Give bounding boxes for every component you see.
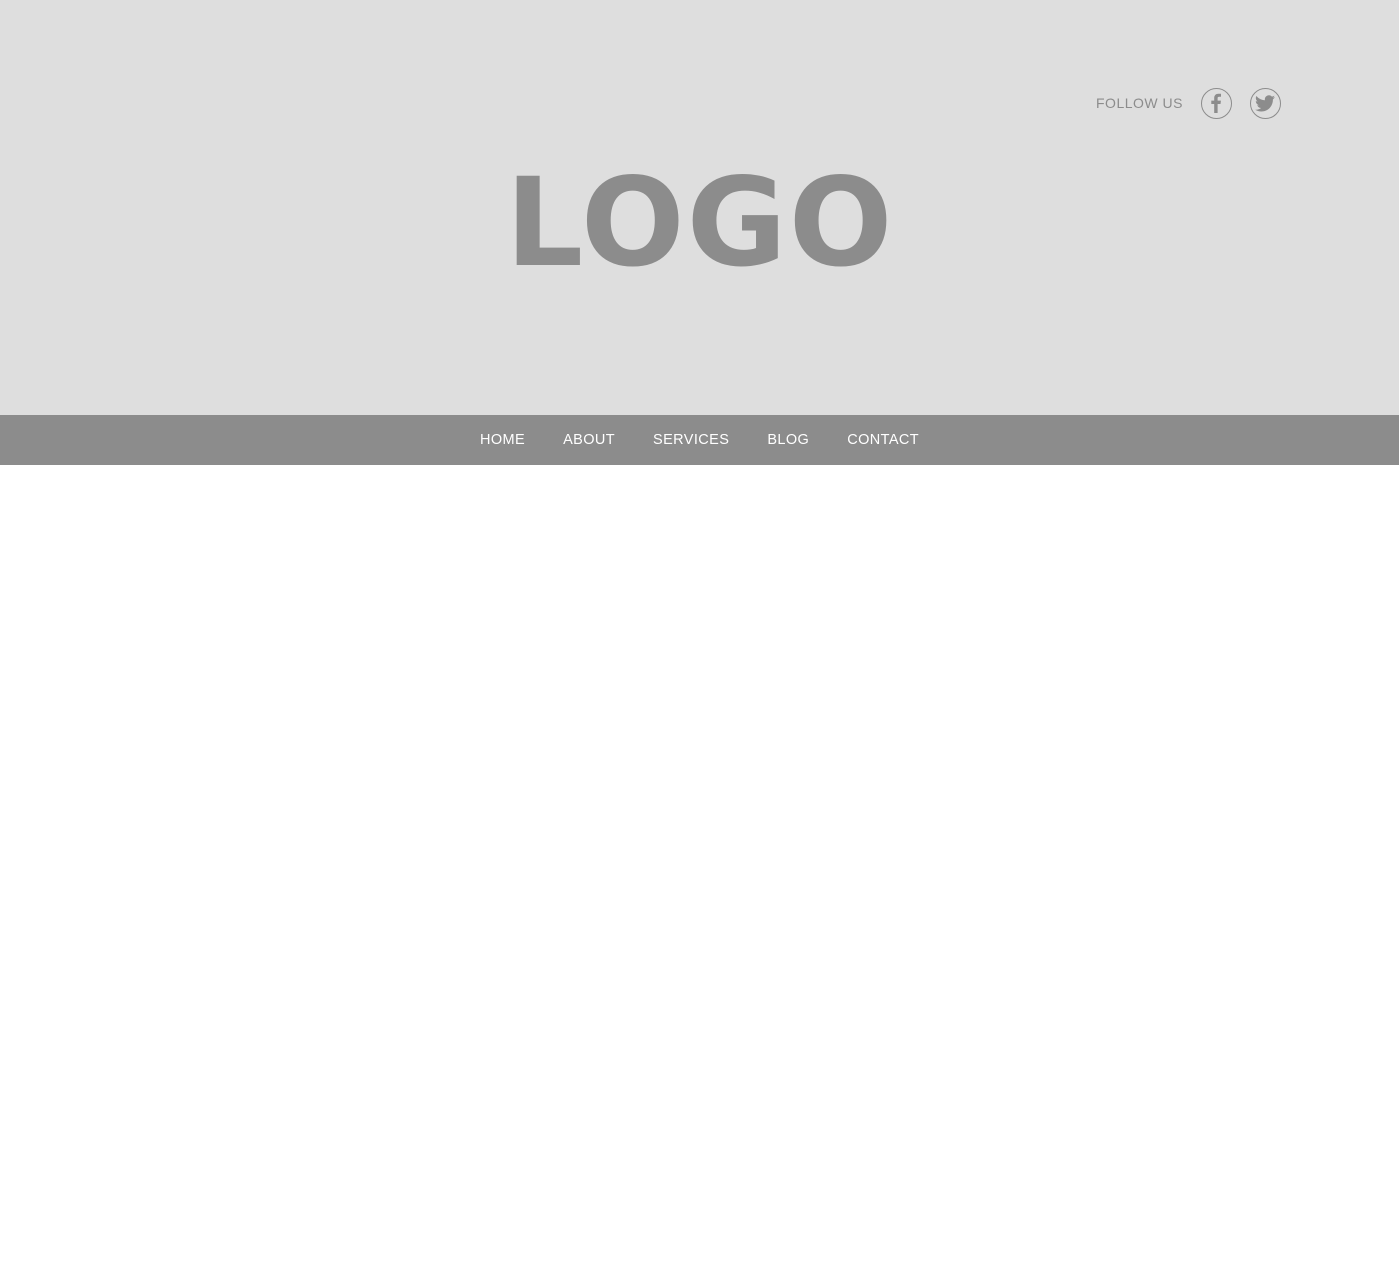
facebook-glyph [1211,93,1222,113]
site-header: FOLLOW US LOGO [0,0,1399,415]
follow-us-section: FOLLOW US [1096,86,1281,120]
nav-item-services[interactable]: SERVICES [653,432,729,448]
nav-item-blog[interactable]: BLOG [767,432,809,448]
main-content [0,465,1400,1283]
main-nav: HOME ABOUT SERVICES BLOG CONTACT [0,415,1399,465]
twitter-glyph [1255,94,1276,111]
nav-item-home[interactable]: HOME [480,432,525,448]
facebook-icon[interactable] [1200,87,1232,119]
nav-item-about[interactable]: ABOUT [563,432,615,448]
twitter-icon[interactable] [1249,87,1281,119]
follow-us-label: FOLLOW US [1096,95,1183,111]
nav-item-contact[interactable]: CONTACT [847,432,919,448]
site-logo[interactable]: LOGO [0,158,1400,288]
